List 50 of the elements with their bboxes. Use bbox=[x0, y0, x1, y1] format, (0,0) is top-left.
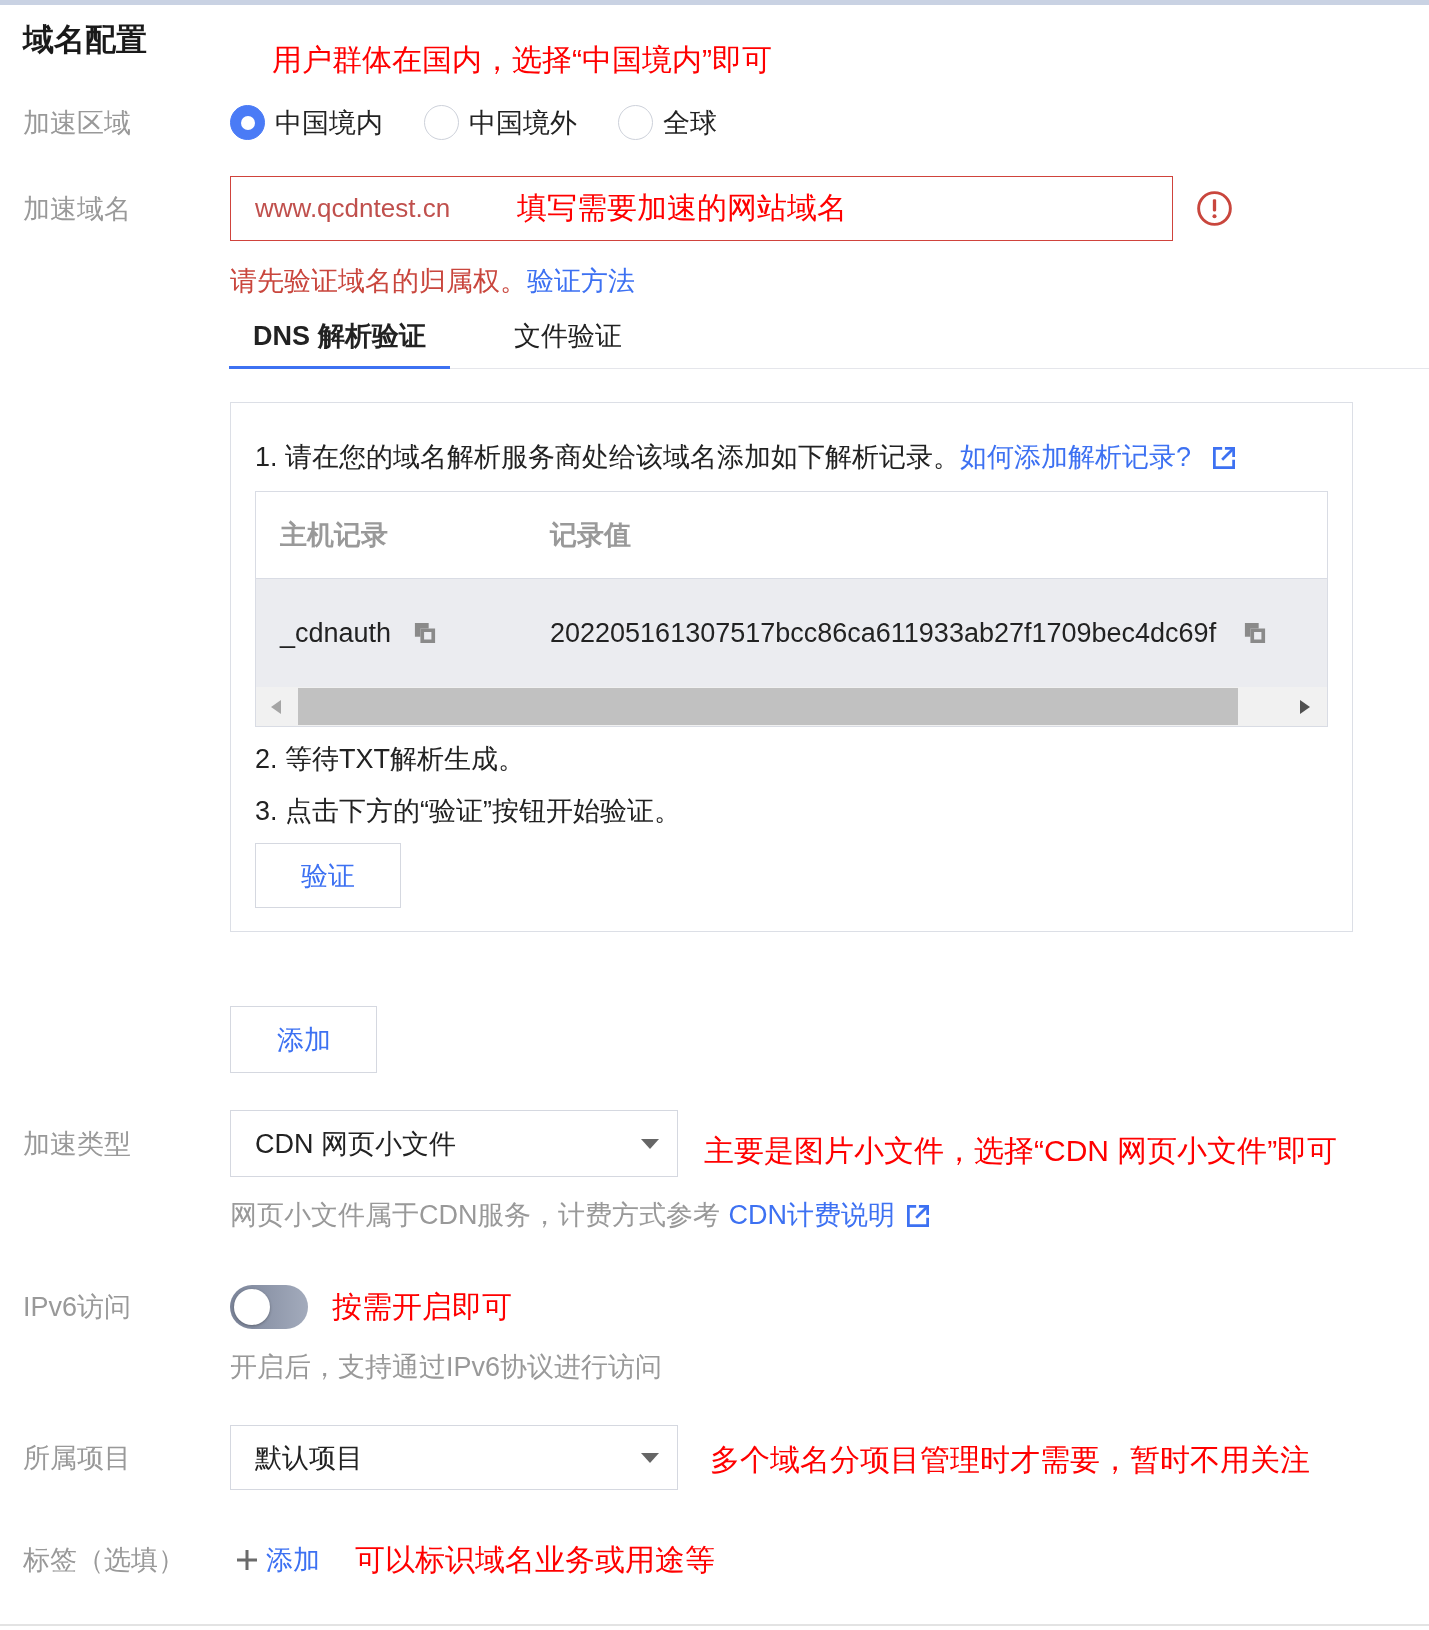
step-text: 3. 点击下方的“验证”按钮开始验证。 bbox=[255, 795, 682, 828]
annotation-text: 用户群体在国内，选择“中国境内”即可 bbox=[272, 42, 772, 78]
step-text: 1. 请在您的域名解析服务商处给该域名添加如下解析记录。如何添加解析记录? bbox=[255, 439, 1328, 475]
tab[interactable]: 文件验证 bbox=[489, 305, 646, 369]
step-text: 2. 等待TXT解析生成。 bbox=[255, 743, 526, 776]
caret-icon[interactable] bbox=[641, 1138, 659, 1149]
field-label: 加速类型 bbox=[23, 1128, 131, 1159]
annotation-text: 多个域名分项目管理时才需要，暂时不用关注 bbox=[710, 1441, 1310, 1478]
project-select[interactable]: 默认项目 bbox=[230, 1425, 678, 1490]
column-header: 记录值 bbox=[550, 519, 631, 552]
scroll-right-icon[interactable] bbox=[1300, 699, 1310, 714]
tab[interactable]: DNS 解析验证 bbox=[229, 305, 450, 369]
column-header: 主机记录 bbox=[280, 519, 388, 552]
section-title: 域名配置 bbox=[23, 21, 147, 59]
toggle-switch[interactable] bbox=[230, 1285, 308, 1329]
radio-label[interactable]: 全球 bbox=[663, 104, 717, 141]
field-label: 所属项目 bbox=[23, 1442, 131, 1473]
error-message: 请先验证域名的归属权。验证方法 bbox=[230, 265, 636, 298]
field-label: 加速区域 bbox=[23, 107, 131, 138]
help-text: 开启后，支持通过IPv6协议进行访问 bbox=[230, 1351, 664, 1384]
verify-method-link[interactable]: 验证方法 bbox=[527, 266, 635, 296]
annotation-text: 按需开启即可 bbox=[332, 1289, 512, 1325]
scrollbar-thumb[interactable] bbox=[298, 688, 1238, 725]
external-link-icon[interactable] bbox=[1213, 447, 1236, 469]
verify-button[interactable]: 验证 bbox=[255, 843, 401, 908]
add-tag-link[interactable]: 添加 bbox=[237, 1542, 320, 1578]
help-link[interactable]: 如何添加解析记录? bbox=[960, 442, 1236, 472]
annotation-text: 可以标识域名业务或用途等 bbox=[355, 1542, 715, 1578]
radio-button[interactable] bbox=[230, 105, 265, 140]
external-link-icon[interactable] bbox=[907, 1205, 929, 1227]
error-icon bbox=[1197, 191, 1232, 226]
field-label: IPv6访问 bbox=[23, 1292, 132, 1322]
field-label: 加速域名 bbox=[23, 193, 131, 224]
field-label: 标签（选填） bbox=[23, 1545, 185, 1575]
caret-icon[interactable] bbox=[641, 1452, 659, 1463]
radio-label[interactable]: 中国境外 bbox=[469, 104, 577, 141]
help-text: 网页小文件属于CDN服务，计费方式参考 CDN计费说明 bbox=[230, 1197, 1429, 1233]
type-select[interactable]: CDN 网页小文件 bbox=[230, 1110, 678, 1177]
horizontal-scrollbar[interactable] bbox=[256, 687, 1327, 726]
annotation-text: 填写需要加速的网站域名 bbox=[517, 190, 847, 226]
annotation-text: 主要是图片小文件，选择“CDN 网页小文件”即可 bbox=[704, 1132, 1338, 1169]
add-button[interactable]: 添加 bbox=[230, 1006, 377, 1073]
table-cell-text: 202205161307517bcc86ca611933ab27f1709bec4dc69f bbox=[550, 617, 1217, 650]
table-cell-text: _cdnauth bbox=[280, 617, 392, 650]
plus-icon[interactable] bbox=[237, 1550, 257, 1570]
copy-icon[interactable] bbox=[1244, 622, 1267, 644]
scroll-left-icon[interactable] bbox=[271, 699, 281, 714]
copy-icon[interactable] bbox=[414, 622, 437, 644]
billing-link[interactable]: CDN计费说明 bbox=[728, 1200, 929, 1230]
radio-label[interactable]: 中国境内 bbox=[275, 104, 383, 141]
